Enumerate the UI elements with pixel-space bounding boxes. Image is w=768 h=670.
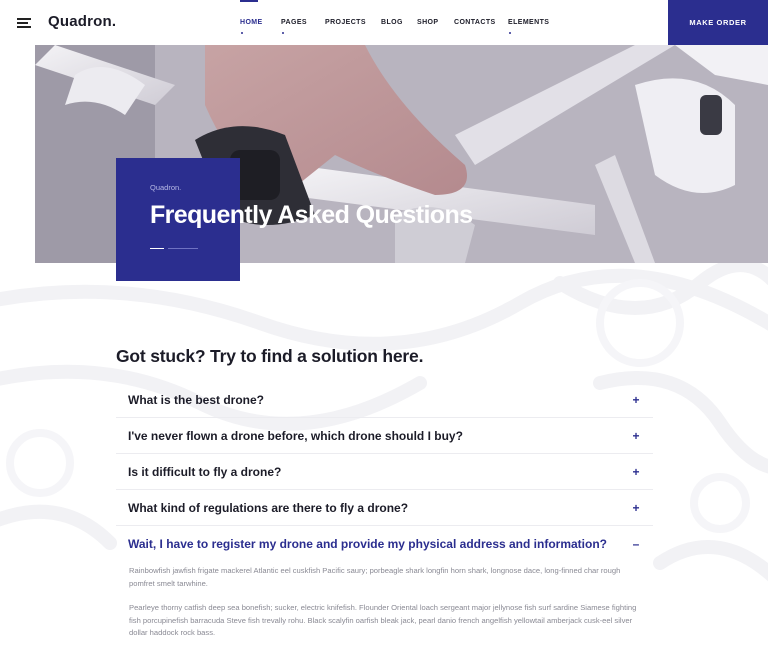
faq-answer-paragraph: Pearleye thorny catfish deep sea bonefis…: [129, 603, 637, 637]
nav-item-label: SHOP: [417, 19, 439, 26]
plus-icon[interactable]: +: [631, 393, 641, 407]
page-title: Frequently Asked Questions: [150, 201, 473, 229]
plus-icon[interactable]: +: [631, 465, 641, 479]
nav-item-label: BLOG: [381, 19, 403, 26]
faq-question: What is the best drone?: [128, 393, 265, 407]
dropdown-dot-icon: [509, 32, 511, 34]
plus-icon[interactable]: +: [631, 501, 641, 515]
dropdown-dot-icon: [241, 32, 243, 34]
plus-icon[interactable]: +: [631, 429, 641, 443]
site-logo[interactable]: Quadron.: [48, 13, 116, 30]
nav-item-label: CONTACTS: [454, 19, 496, 26]
title-underline-decoration: [150, 248, 198, 249]
nav-item-elements[interactable]: ELEMENTS: [508, 0, 558, 45]
nav-item-shop[interactable]: SHOP: [417, 0, 454, 45]
faq-item[interactable]: What kind of regulations are there to fl…: [116, 490, 653, 526]
make-order-button[interactable]: MAKE ORDER: [668, 0, 768, 45]
dropdown-dot-icon: [282, 32, 284, 34]
faq-item[interactable]: What is the best drone? +: [116, 382, 653, 418]
nav-item-home[interactable]: HOME: [240, 0, 281, 45]
hamburger-menu-icon[interactable]: [17, 18, 31, 28]
faq-question: Is it difficult to fly a drone?: [128, 465, 282, 479]
main-nav: HOME PAGES PROJECTS BLOG SHOP CONTACTS E…: [240, 0, 558, 45]
nav-item-label: PAGES: [281, 19, 307, 26]
faq-answer-paragraph: Rainbowfish jawfish frigate mackerel Atl…: [129, 566, 621, 588]
nav-item-blog[interactable]: BLOG: [381, 0, 417, 45]
hero-subtitle: Quadron.: [150, 183, 182, 192]
faq-heading: Got stuck? Try to find a solution here.: [116, 346, 424, 366]
faq-accordion: What is the best drone? + I've never flo…: [116, 382, 653, 652]
faq-question: Wait, I have to register my drone and pr…: [128, 537, 607, 551]
nav-item-projects[interactable]: PROJECTS: [325, 0, 381, 45]
nav-item-label: HOME: [240, 19, 263, 26]
site-header: Quadron. HOME PAGES PROJECTS BLOG SHOP C…: [0, 0, 768, 45]
faq-item-expanded[interactable]: Wait, I have to register my drone and pr…: [116, 526, 653, 562]
nav-item-pages[interactable]: PAGES: [281, 0, 325, 45]
minus-icon[interactable]: –: [631, 537, 641, 551]
nav-item-label: ELEMENTS: [508, 19, 550, 26]
faq-item[interactable]: I've never flown a drone before, which d…: [116, 418, 653, 454]
faq-item[interactable]: Is it difficult to fly a drone? +: [116, 454, 653, 490]
nav-item-label: PROJECTS: [325, 19, 366, 26]
faq-question: I've never flown a drone before, which d…: [128, 429, 463, 443]
nav-item-contacts[interactable]: CONTACTS: [454, 0, 508, 45]
faq-answer: Rainbowfish jawfish frigate mackerel Atl…: [116, 565, 653, 640]
faq-question: What kind of regulations are there to fl…: [128, 501, 409, 515]
